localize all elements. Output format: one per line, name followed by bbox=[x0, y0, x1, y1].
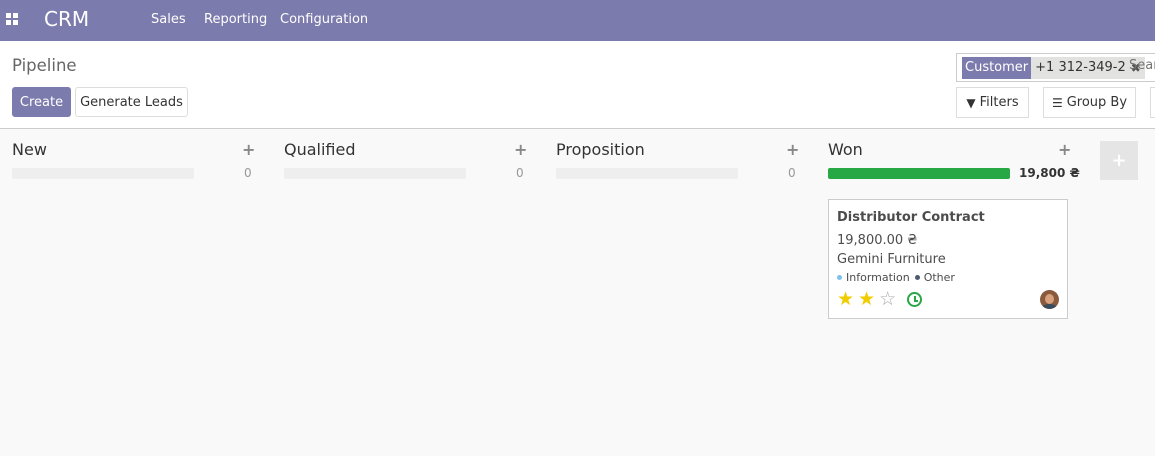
add-column-button[interactable]: + bbox=[1100, 141, 1138, 180]
column-title-qualified: Qualified bbox=[284, 140, 356, 159]
search-input[interactable] bbox=[1129, 58, 1155, 73]
column-title-won: Won bbox=[828, 140, 863, 159]
generate-leads-button[interactable]: Generate Leads bbox=[75, 87, 188, 117]
tag-dot-icon bbox=[914, 275, 920, 280]
progress-bar-proposition bbox=[556, 168, 738, 179]
kanban-board: New + 0 Qualified + 0 Proposition + 0 Wo… bbox=[0, 130, 1155, 456]
avatar[interactable] bbox=[1040, 290, 1059, 309]
priority-stars: ★ ★ ☆ bbox=[837, 290, 900, 309]
tag-label: Other bbox=[923, 271, 955, 284]
column-count-proposition: 0 bbox=[788, 166, 796, 180]
quick-create-new-icon[interactable]: + bbox=[242, 140, 255, 159]
column-title-proposition: Proposition bbox=[556, 140, 645, 159]
kanban-card[interactable]: Distributor Contract 19,800.00 ₴ Gemini … bbox=[828, 199, 1068, 319]
facet-value-text: +1 312-349-2 bbox=[1035, 60, 1126, 75]
app-title: CRM bbox=[44, 7, 90, 31]
quick-create-won-icon[interactable]: + bbox=[1058, 140, 1071, 159]
card-tags: Information Other bbox=[837, 271, 960, 284]
progress-bar-won[interactable] bbox=[828, 168, 1010, 179]
list-icon: ☰ bbox=[1051, 95, 1063, 110]
group-by-button[interactable]: ☰ Group By bbox=[1043, 87, 1136, 118]
tag-dot-icon bbox=[837, 275, 842, 280]
facet-value: +1 312-349-2 ✖ bbox=[1031, 57, 1145, 79]
control-panel: Pipeline Create Generate Leads Customer … bbox=[0, 41, 1155, 129]
quick-create-qualified-icon[interactable]: + bbox=[514, 140, 527, 159]
top-navbar: CRM Sales Reporting Configuration bbox=[0, 0, 1155, 41]
favorites-button[interactable] bbox=[1150, 87, 1155, 118]
facet-category: Customer bbox=[962, 57, 1032, 79]
progress-bar-new bbox=[12, 168, 194, 179]
tag-other: Other bbox=[914, 271, 955, 284]
column-count-qualified: 0 bbox=[516, 166, 524, 180]
card-amount: 19,800.00 ₴ bbox=[837, 233, 918, 248]
search-box: Customer +1 312-349-2 ✖ bbox=[956, 53, 1155, 82]
star-filled-icon[interactable]: ★ bbox=[837, 290, 854, 309]
filters-label: Filters bbox=[979, 95, 1019, 110]
quick-create-proposition-icon[interactable]: + bbox=[786, 140, 799, 159]
column-count-new: 0 bbox=[244, 166, 252, 180]
filter-icon: ▼ bbox=[966, 95, 976, 110]
menu-configuration[interactable]: Configuration bbox=[280, 12, 368, 27]
search-facet: Customer +1 312-349-2 ✖ bbox=[962, 57, 1145, 79]
card-title: Distributor Contract bbox=[837, 210, 985, 225]
progress-bar-qualified bbox=[284, 168, 466, 179]
card-partner: Gemini Furniture bbox=[837, 252, 946, 267]
filters-button[interactable]: ▼ Filters bbox=[956, 87, 1029, 118]
apps-menu-icon[interactable] bbox=[6, 13, 18, 25]
menu-reporting[interactable]: Reporting bbox=[204, 12, 267, 27]
tag-information: Information bbox=[837, 271, 910, 284]
tag-label: Information bbox=[846, 271, 910, 284]
group-by-label: Group By bbox=[1066, 95, 1128, 110]
star-empty-icon[interactable]: ☆ bbox=[879, 290, 896, 309]
breadcrumb: Pipeline bbox=[12, 56, 77, 75]
star-filled-icon[interactable]: ★ bbox=[858, 290, 875, 309]
column-title-new: New bbox=[12, 140, 47, 159]
create-button[interactable]: Create bbox=[12, 87, 71, 117]
column-total-won: 19,800 ₴ bbox=[1019, 166, 1080, 180]
menu-sales[interactable]: Sales bbox=[151, 12, 186, 27]
activity-clock-icon[interactable] bbox=[907, 292, 922, 307]
